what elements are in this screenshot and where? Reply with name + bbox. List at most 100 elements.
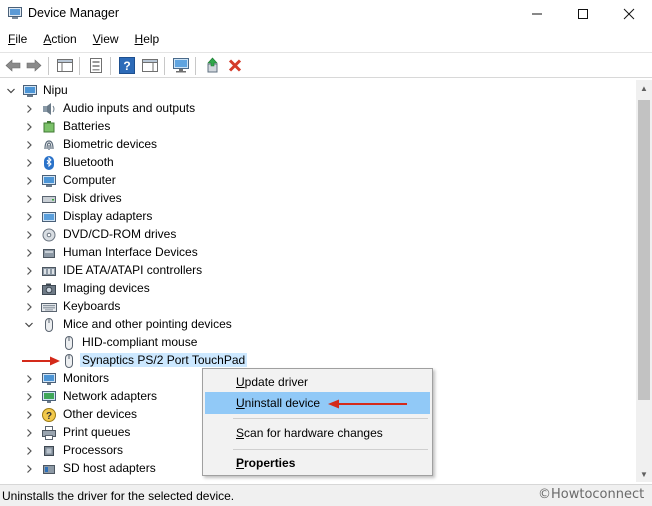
unknown-device-icon: ? [42,408,56,422]
properties-sheet-icon[interactable] [87,57,105,74]
menu-action-label: ction [51,32,77,46]
mouse-icon [65,336,73,350]
close-button[interactable] [606,0,652,28]
chevron-down-icon[interactable] [5,84,17,98]
chevron-right-icon[interactable] [23,408,35,422]
printer-icon [42,426,56,440]
properties-menu-item[interactable]: Properties [205,452,430,474]
tree-item-label: Disk drives [63,191,122,205]
chevron-right-icon[interactable] [23,156,35,170]
monitor-scan-icon[interactable] [172,57,190,74]
bluetooth-icon [44,156,54,170]
chevron-right-icon[interactable] [23,282,35,296]
tree-item-human-interface-devices[interactable]: Human Interface Devices [0,244,636,262]
uninstall-x-icon[interactable] [226,57,244,74]
chevron-right-icon[interactable] [23,372,35,386]
sd-adapter-icon [43,465,55,474]
computer-icon [23,85,37,97]
chevron-right-icon[interactable] [23,228,35,242]
tree-item-label: Monitors [63,371,110,385]
hid-icon [43,249,55,258]
tree-root-label: Nipu [43,83,68,97]
tree-item-imaging-devices[interactable]: Imaging devices [0,280,636,298]
menu-view-accel: V [92,32,101,46]
menu-view[interactable]: View [85,30,127,50]
tree-item-display-adapters[interactable]: Display adapters [0,208,636,226]
tree-item-keyboards[interactable]: Keyboards [0,298,636,316]
forward-arrow-icon[interactable] [25,57,43,74]
update-driver-menu-item[interactable]: Update driver [205,371,430,393]
properties-label: Properties [236,456,296,470]
tree-item-bluetooth[interactable]: Bluetooth [0,154,636,172]
tree-item-dvd-cd-rom-drives[interactable]: DVD/CD-ROM drives [0,226,636,244]
chevron-down-icon[interactable] [23,318,35,332]
back-arrow-icon[interactable] [4,57,22,74]
chevron-right-icon[interactable] [23,174,35,188]
tree-item-label: Mice and other pointing devices [63,317,232,331]
tree-item-label: SD host adapters [63,461,156,475]
dvd-drive-icon [42,228,56,242]
disk-drive-icon [42,196,56,203]
menu-help-label: elp [143,32,160,46]
tree-item-label: Bluetooth [63,155,114,169]
tree-item-label: Network adapters [63,389,158,403]
action-pane-icon[interactable] [141,57,159,74]
chevron-right-icon[interactable] [23,192,35,206]
status-text: Uninstalls the driver for the selected d… [2,489,235,503]
tree-item-ide-ata-atapi-controllers[interactable]: IDE ATA/ATAPI controllers [0,262,636,280]
chevron-right-icon[interactable] [23,102,35,116]
scan-hardware-menu-item[interactable]: Scan for hardware changes [205,422,430,444]
toolbar-separator [195,57,196,75]
tree-root[interactable]: Nipu [0,82,636,100]
chevron-right-icon[interactable] [23,138,35,152]
scrollbar-thumb[interactable] [638,100,650,400]
scan-hardware-accel: S [236,426,245,440]
uninstall-device-label: Uninstall device [236,396,321,410]
menu-help[interactable]: Help [127,30,168,50]
uninstall-device-accel: U [236,396,245,410]
menu-file[interactable]: File [0,30,35,50]
scroll-down-arrow-icon[interactable]: ▼ [636,466,652,482]
tree-item-label: Biometric devices [63,137,158,151]
toolbar: ? [0,52,652,78]
watermark: ©Howtoconnect [538,487,645,502]
chevron-right-icon[interactable] [23,264,35,278]
tree-item-biometric-devices[interactable]: Biometric devices [0,136,636,154]
show-hide-tree-icon[interactable] [56,57,74,74]
chevron-right-icon[interactable] [23,246,35,260]
tree-item-label: Computer [63,173,116,187]
scroll-up-arrow-icon[interactable]: ▲ [636,80,652,96]
maximize-icon [578,9,588,19]
chevron-right-icon[interactable] [23,120,35,134]
chevron-right-icon[interactable] [23,426,35,440]
tree-item-batteries[interactable]: Batteries [0,118,636,136]
help-icon[interactable]: ? [118,57,136,74]
chevron-right-icon[interactable] [23,300,35,314]
tree-item-label: DVD/CD-ROM drives [63,227,177,241]
properties-accel: P [236,456,245,470]
minimize-button[interactable] [514,0,560,28]
menu-action[interactable]: Action [35,30,84,50]
tree-item-mice-and-other-pointing-devices[interactable]: Mice and other pointing devices [0,316,636,334]
chevron-right-icon[interactable] [23,210,35,224]
vertical-scrollbar[interactable]: ▲ ▼ [636,80,652,482]
maximize-button[interactable] [560,0,606,28]
toolbar-separator [110,57,111,75]
tree-item-label: Display adapters [63,209,153,223]
tree-item-hid-compliant-mouse[interactable]: HID-compliant mouse [0,334,636,352]
tree-item-label: Processors [63,443,124,457]
update-driver-accel: U [236,375,245,389]
toolbar-separator [164,57,165,75]
tree-item-computer[interactable]: Computer [0,172,636,190]
menu-help-accel: H [134,32,144,46]
menu-bar: File Action View Help [0,30,167,50]
chevron-right-icon[interactable] [23,462,35,476]
tree-item-audio-inputs-and-outputs[interactable]: Audio inputs and outputs [0,100,636,118]
chevron-right-icon[interactable] [23,444,35,458]
mouse-icon [65,354,73,368]
update-driver-icon[interactable] [203,57,221,74]
tree-item-disk-drives[interactable]: Disk drives [0,190,636,208]
mouse-icon [45,318,53,332]
chevron-right-icon[interactable] [23,390,35,404]
uninstall-device-menu-item[interactable]: Uninstall device [205,392,430,414]
